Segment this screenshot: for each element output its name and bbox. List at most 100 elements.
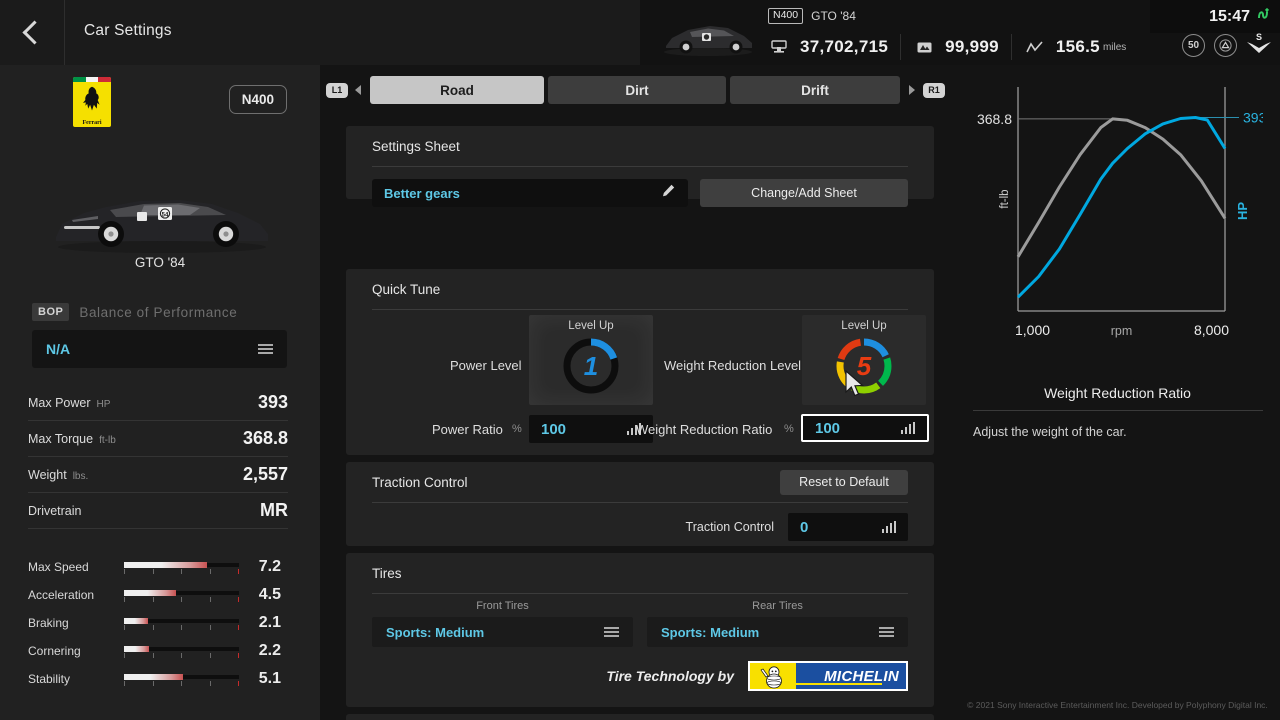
weight-level-caption: Level Up <box>841 320 887 332</box>
header-status-area: N400 GTO '84 37,702,715 99,999 156.5 mil… <box>640 0 1280 65</box>
r1-button[interactable]: R1 <box>923 82 945 98</box>
performance-row-braking: Braking 2.1 <box>28 609 293 637</box>
copyright-text: © 2021 Sony Interactive Entertainment In… <box>967 700 1268 710</box>
sidebar-car-name: GTO '84 <box>134 255 186 270</box>
spec-row-max-torque: Max Torque ft-lb 368.8 <box>28 421 288 457</box>
tab-prev-arrow-icon[interactable] <box>355 85 361 95</box>
header-user-icons: 50 S <box>1182 31 1272 59</box>
header-car-name: GTO '84 <box>811 8 856 23</box>
avatar-icon[interactable] <box>1214 33 1237 57</box>
svg-text:54: 54 <box>162 213 169 219</box>
rear-tires-label: Rear Tires <box>752 600 803 612</box>
car-category-chip[interactable]: N400 <box>228 85 287 114</box>
settings-sheet-header: Settings Sheet <box>346 126 934 166</box>
bop-selector[interactable]: N/A <box>32 330 287 368</box>
top-bar: Car Settings N400 GTO '84 37,702,715 99,… <box>0 0 1280 65</box>
performance-row-max-speed: Max Speed 7.2 <box>28 553 293 581</box>
change-add-sheet-button[interactable]: Change/Add Sheet <box>700 179 908 207</box>
mileage-points-icon <box>913 36 935 58</box>
torque-peak-label: 368.8 <box>977 111 1012 127</box>
tab-drift[interactable]: Drift <box>730 76 900 104</box>
odometer-unit: miles <box>1102 41 1127 53</box>
back-button[interactable] <box>0 0 64 65</box>
power-ratio-label: Power Ratio <box>432 422 503 437</box>
traction-control-row-label: Traction Control <box>685 520 774 534</box>
power-level-dial[interactable]: Level Up 1 <box>529 315 653 405</box>
performance-bar <box>124 560 239 574</box>
l1-button[interactable]: L1 <box>326 82 348 98</box>
spec-value: 393 <box>257 392 288 412</box>
spec-row-max-power: Max Power HP 393 <box>28 385 288 421</box>
header-divider <box>64 0 65 65</box>
tab-next-arrow-icon[interactable] <box>909 85 915 95</box>
traction-control-header: Traction Control Reset to Default <box>346 462 934 502</box>
odometer-value: 156.5 <box>1055 37 1100 56</box>
weight-ratio-label: Weight Reduction Ratio <box>636 422 773 437</box>
performance-label: Acceleration <box>28 588 95 602</box>
info-description: Adjust the weight of the car. <box>973 425 1127 439</box>
spec-row-weight: Weight lbs. 2,557 <box>28 457 288 493</box>
ferrari-badge-icon: Ferrari <box>73 77 111 127</box>
performance-label: Cornering <box>28 644 81 658</box>
clock-time: 15:47 <box>1209 7 1250 25</box>
spec-label: Weight lbs. <box>28 467 89 482</box>
chart-ylabel: ft-lb <box>999 189 1011 208</box>
performance-label: Max Speed <box>28 560 89 574</box>
brand-row: Ferrari N400 <box>0 65 320 127</box>
power-level-value: 1 <box>583 350 599 381</box>
mileage-points-value: 99,999 <box>945 37 999 56</box>
performance-value: 2.2 <box>258 642 281 659</box>
sheet-name-field[interactable]: Better gears <box>372 179 688 207</box>
pencil-icon[interactable] <box>661 183 676 203</box>
power-ratio-field[interactable]: 100 <box>529 415 653 443</box>
weight-level-label: Weight Reduction Level <box>664 358 802 373</box>
chevron-left-icon <box>22 20 47 45</box>
traction-reset-button[interactable]: Reset to Default <box>780 469 908 495</box>
network-icon <box>1256 6 1272 27</box>
traction-control-value-field[interactable]: 0 <box>788 513 908 541</box>
bars-slider-icon <box>881 521 896 533</box>
power-ratio-value: 100 <box>541 420 567 438</box>
performance-value: 4.5 <box>258 586 281 603</box>
svg-text:S: S <box>1256 32 1262 42</box>
chart-xtick-max: 8,000 <box>1194 322 1229 338</box>
torque-curve <box>1016 117 1227 258</box>
chart-y2label: HP <box>1235 202 1250 220</box>
bars-slider-icon <box>900 422 915 434</box>
info-title: Weight Reduction Ratio <box>1044 385 1191 401</box>
performance-row-acceleration: Acceleration 4.5 <box>28 581 293 609</box>
tires-row: Front Tires Sports: Medium Rear Tires Sp… <box>346 594 934 647</box>
weight-ratio-field[interactable]: 100 <box>801 414 929 442</box>
hamburger-icon <box>604 627 619 637</box>
traction-control-value: 0 <box>800 518 809 536</box>
bop-label: Balance of Performance <box>79 304 238 320</box>
performance-row-cornering: Cornering 2.2 <box>28 637 293 665</box>
power-dial-ring: 1 <box>561 336 621 396</box>
level-badge[interactable]: 50 <box>1182 33 1205 57</box>
car-thumbnail: 54 <box>56 200 268 253</box>
odometer-icon <box>1024 36 1046 58</box>
rear-tires-field[interactable]: Sports: Medium <box>647 617 908 647</box>
spec-value: 2,557 <box>242 464 288 484</box>
performance-bar <box>124 588 239 602</box>
quick-tune-header: Quick Tune <box>346 269 934 309</box>
weight-ratio-unit: % <box>784 423 794 435</box>
spec-label: Max Torque ft-lb <box>28 431 116 446</box>
tab-dirt[interactable]: Dirt <box>548 76 726 104</box>
brakes-header: Brakes Reset to Default <box>346 714 934 720</box>
tire-technology-row: Tire Technology by MICHELIN <box>346 647 934 707</box>
front-tire-col: Front Tires Sports: Medium <box>372 594 633 647</box>
power-level-caption: Level Up <box>568 320 614 332</box>
tab-road[interactable]: Road <box>370 76 544 104</box>
ferrari-wordmark: Ferrari <box>82 120 102 126</box>
spec-value: 368.8 <box>242 428 288 448</box>
header-car-thumbnail <box>664 26 752 56</box>
traction-control-row: Traction Control 0 <box>346 503 934 553</box>
michelin-man-icon <box>760 666 782 689</box>
front-tires-field[interactable]: Sports: Medium <box>372 617 633 647</box>
tires-card: Tires Front Tires Sports: Medium Rear Ti… <box>346 553 934 707</box>
performance-label: Braking <box>28 616 69 630</box>
power-peak-label: 393 <box>1243 110 1263 126</box>
performance-value: 2.1 <box>258 614 281 631</box>
rank-wing-icon[interactable]: S <box>1246 31 1272 59</box>
